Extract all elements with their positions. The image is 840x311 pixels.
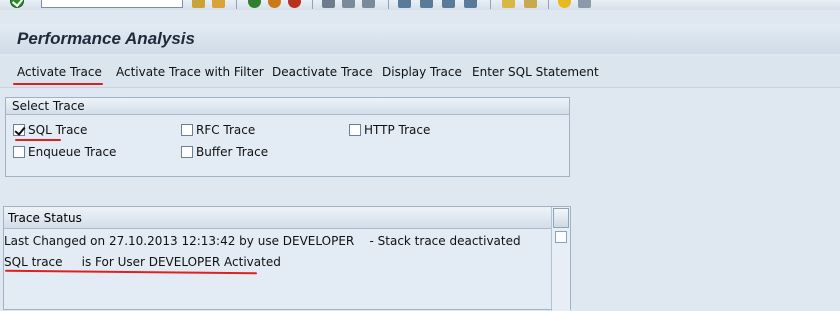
shortcut-icon[interactable] (524, 0, 537, 8)
display-trace-button[interactable]: Display Trace (382, 65, 462, 79)
system-toolbar (0, 0, 840, 10)
layout-menu-icon[interactable] (578, 0, 591, 8)
find-next-icon[interactable] (362, 0, 375, 8)
first-page-icon[interactable] (398, 0, 411, 8)
command-field[interactable] (41, 0, 183, 8)
http-trace-option[interactable]: HTTP Trace (349, 123, 430, 137)
scroll-up-button[interactable] (553, 208, 569, 228)
sql-trace-label: SQL Trace (28, 123, 88, 137)
back-icon[interactable] (192, 0, 205, 8)
activate-trace-with-filter-button[interactable]: Activate Trace with Filter (116, 65, 264, 79)
vertical-scrollbar[interactable] (551, 207, 570, 311)
toolbar-separator (490, 0, 491, 9)
new-session-icon[interactable] (502, 0, 515, 8)
enter-sql-statement-button[interactable]: Enter SQL Statement (472, 65, 599, 79)
last-page-icon[interactable] (464, 0, 477, 8)
page-title: Performance Analysis (17, 29, 195, 48)
rfc-trace-label: RFC Trace (196, 123, 256, 137)
toolbar-separator (388, 0, 389, 9)
trace-status-line: Last Changed on 27.10.2013 12:13:42 by u… (4, 234, 521, 248)
toolbar-separator (548, 0, 549, 9)
enqueue-trace-option[interactable]: Enqueue Trace (13, 145, 116, 159)
sql-trace-option[interactable]: SQL Trace (13, 123, 87, 137)
save-icon[interactable] (212, 0, 225, 8)
previous-page-icon[interactable] (420, 0, 433, 8)
http-trace-checkbox[interactable] (349, 124, 361, 136)
buffer-trace-label: Buffer Trace (196, 145, 269, 159)
rfc-trace-option[interactable]: RFC Trace (181, 123, 255, 137)
cancel-icon[interactable] (268, 0, 281, 8)
select-trace-header: Select Trace (6, 98, 569, 115)
toolbar-separator (236, 0, 237, 9)
select-trace-group: Select Trace SQL Trace RFC Trace HTTP Tr… (5, 97, 570, 177)
enter-icon[interactable] (10, 0, 24, 8)
help-icon[interactable] (558, 0, 571, 8)
print-icon[interactable] (322, 0, 335, 8)
find-icon[interactable] (342, 0, 355, 8)
stop-icon[interactable] (288, 0, 301, 8)
annotation-underline (13, 83, 103, 85)
rfc-trace-checkbox[interactable] (181, 124, 193, 136)
http-trace-label: HTTP Trace (364, 123, 431, 137)
trace-status-panel: Trace Status Last Changed on 27.10.2013 … (3, 206, 571, 311)
next-page-icon[interactable] (442, 0, 455, 8)
deactivate-trace-button[interactable]: Deactivate Trace (272, 65, 373, 79)
exit-icon[interactable] (248, 0, 261, 8)
sql-trace-checkbox[interactable] (13, 124, 25, 136)
activate-trace-button[interactable]: Activate Trace (17, 65, 102, 79)
buffer-trace-option[interactable]: Buffer Trace (181, 145, 268, 159)
scrollbar-thumb[interactable] (555, 231, 567, 243)
buffer-trace-checkbox[interactable] (181, 146, 193, 158)
title-bar: Performance Analysis (0, 24, 840, 54)
application-toolbar: Activate Trace Activate Trace with Filte… (0, 56, 840, 88)
toolbar-separator (312, 0, 313, 9)
annotation-underline (15, 139, 61, 141)
enqueue-trace-label: Enqueue Trace (28, 145, 117, 159)
trace-status-header: Trace Status (4, 207, 552, 229)
enqueue-trace-checkbox[interactable] (13, 146, 25, 158)
trace-status-line: SQL trace is For User DEVELOPER Activate… (4, 255, 281, 269)
